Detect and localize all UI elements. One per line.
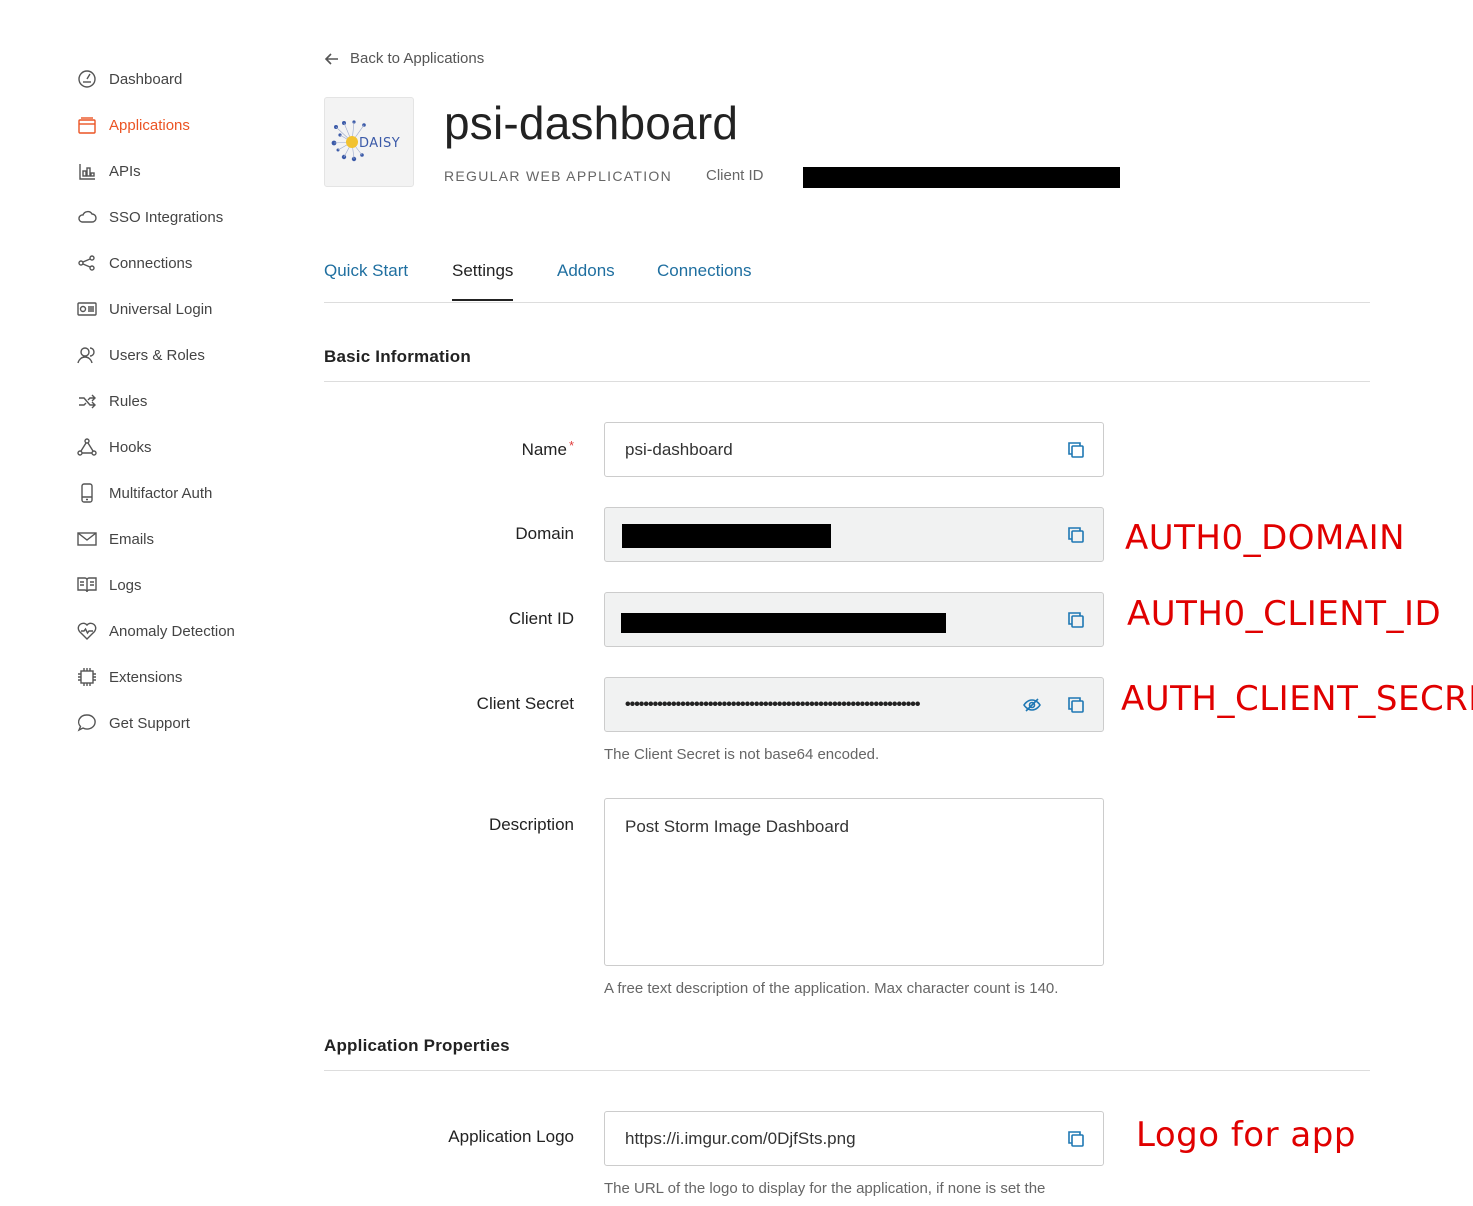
sidebar-item-label: Emails (109, 530, 155, 548)
back-to-applications-link[interactable]: Back to Applications (324, 50, 484, 67)
heart-icon (76, 620, 98, 642)
sidebar-item-hooks[interactable]: Hooks (76, 424, 296, 470)
sidebar-item-label: Anomaly Detection (109, 622, 235, 640)
sidebar-item-label: Universal Login (109, 300, 213, 318)
application-type: REGULAR WEB APPLICATION (444, 168, 673, 184)
chip-icon (76, 666, 98, 688)
client-id-label: Client ID (706, 167, 764, 184)
redacted-domain (622, 524, 831, 548)
sidebar-item-label: Get Support (109, 714, 190, 732)
description-label: Description (488, 815, 574, 834)
sidebar-item-label: Extensions (109, 668, 183, 686)
back-link-label: Back to Applications (350, 50, 485, 67)
sidebar-item-label: Hooks (109, 438, 152, 456)
sidebar-item-label: Connections (109, 254, 193, 272)
dashboard-icon (76, 68, 98, 90)
login-icon (76, 298, 98, 320)
sidebar-item-label: Dashboard (109, 70, 183, 88)
rules-icon (76, 390, 98, 412)
required-marker: * (568, 438, 574, 453)
logo-text: DAISY (359, 136, 400, 151)
chat-icon (76, 712, 98, 734)
annotation-domain: AUTH0_DOMAIN (1125, 518, 1406, 558)
sidebar-item-label: Applications (109, 116, 190, 134)
sidebar-item-emails[interactable]: Emails (76, 516, 296, 562)
sidebar-item-connections[interactable]: Connections (76, 240, 296, 286)
sidebar-item-logs[interactable]: Logs (76, 562, 296, 608)
application-logo-value: https://i.imgur.com/0DjfSts.png (625, 1128, 856, 1148)
annotation-logo: Logo for app (1136, 1115, 1356, 1155)
arrow-left-icon (324, 52, 338, 65)
phone-icon (76, 482, 98, 504)
redacted-client-id (803, 167, 1120, 188)
application-logo-hint: The URL of the logo to display for the a… (604, 1180, 1046, 1197)
sidebar-item-anomaly-detection[interactable]: Anomaly Detection (76, 608, 296, 654)
annotation-client-id: AUTH0_CLIENT_ID (1127, 594, 1442, 634)
divider (324, 1070, 1370, 1071)
client-secret-label: Client Secret (476, 694, 574, 713)
name-label: Name * (324, 438, 574, 460)
sidebar-item-users-roles[interactable]: Users & Roles (76, 332, 296, 378)
users-icon (76, 344, 98, 366)
divider (324, 381, 1370, 382)
redacted-client-id-value (621, 613, 946, 633)
sidebar-item-label: Logs (109, 576, 142, 594)
domain-field[interactable] (604, 507, 1104, 562)
hooks-icon (76, 436, 98, 458)
copy-icon[interactable] (1067, 611, 1085, 629)
logs-icon (76, 574, 98, 596)
sidebar-item-label: SSO Integrations (109, 208, 224, 226)
sidebar-item-dashboard[interactable]: Dashboard (76, 56, 296, 102)
sidebar: Dashboard Applications APIs SSO Integrat… (76, 56, 296, 746)
client-id-field-label: Client ID (508, 609, 574, 628)
applications-icon (76, 114, 98, 136)
eye-slash-icon[interactable] (1023, 696, 1041, 714)
sidebar-item-get-support[interactable]: Get Support (76, 700, 296, 746)
sidebar-item-label: Multifactor Auth (109, 484, 213, 502)
copy-icon[interactable] (1067, 526, 1085, 544)
section-title-basic-information: Basic Information (324, 347, 471, 366)
sidebar-item-label: Users & Roles (109, 346, 205, 364)
client-secret-field[interactable]: ••••••••••••••••••••••••••••••••••••••••… (604, 677, 1104, 732)
daisy-logo-icon: DAISY (331, 120, 400, 162)
tab-settings[interactable]: Settings (452, 261, 514, 301)
page-title: psi-dashboard (444, 97, 739, 149)
copy-icon[interactable] (1067, 441, 1085, 459)
tab-connections[interactable]: Connections (657, 261, 752, 299)
description-textarea[interactable]: Post Storm Image Dashboard (604, 798, 1104, 966)
client-secret-hint: The Client Secret is not base64 encoded. (604, 746, 880, 763)
sidebar-item-rules[interactable]: Rules (76, 378, 296, 424)
client-id-field[interactable] (604, 592, 1104, 647)
client-secret-value: ••••••••••••••••••••••••••••••••••••••••… (625, 695, 921, 713)
name-field[interactable]: psi-dashboard (604, 422, 1104, 477)
name-value: psi-dashboard (625, 439, 733, 459)
sidebar-item-label: Rules (109, 392, 148, 410)
copy-icon[interactable] (1067, 696, 1085, 714)
sidebar-item-label: APIs (109, 162, 141, 180)
domain-label: Domain (515, 524, 574, 543)
tab-quick-start[interactable]: Quick Start (324, 261, 408, 299)
sidebar-item-extensions[interactable]: Extensions (76, 654, 296, 700)
apis-icon (76, 160, 98, 182)
section-title-application-properties: Application Properties (324, 1036, 510, 1055)
sidebar-item-applications[interactable]: Applications (76, 102, 296, 148)
cloud-icon (76, 206, 98, 228)
sidebar-item-multifactor-auth[interactable]: Multifactor Auth (76, 470, 296, 516)
tab-addons[interactable]: Addons (557, 261, 615, 299)
connections-icon (76, 252, 98, 274)
name-label-text: Name (521, 440, 567, 459)
description-hint: A free text description of the applicati… (604, 980, 1059, 997)
sidebar-item-universal-login[interactable]: Universal Login (76, 286, 296, 332)
application-logo-field[interactable]: https://i.imgur.com/0DjfSts.png (604, 1111, 1104, 1166)
mail-icon (76, 528, 98, 550)
sidebar-item-apis[interactable]: APIs (76, 148, 296, 194)
sidebar-item-sso-integrations[interactable]: SSO Integrations (76, 194, 296, 240)
tabs: Quick Start Settings Addons Connections (324, 255, 1370, 303)
app-logo: DAISY (324, 97, 414, 187)
annotation-client-secret: AUTH_CLIENT_SECRET (1121, 679, 1473, 719)
application-logo-label: Application Logo (448, 1127, 574, 1146)
copy-icon[interactable] (1067, 1130, 1085, 1148)
